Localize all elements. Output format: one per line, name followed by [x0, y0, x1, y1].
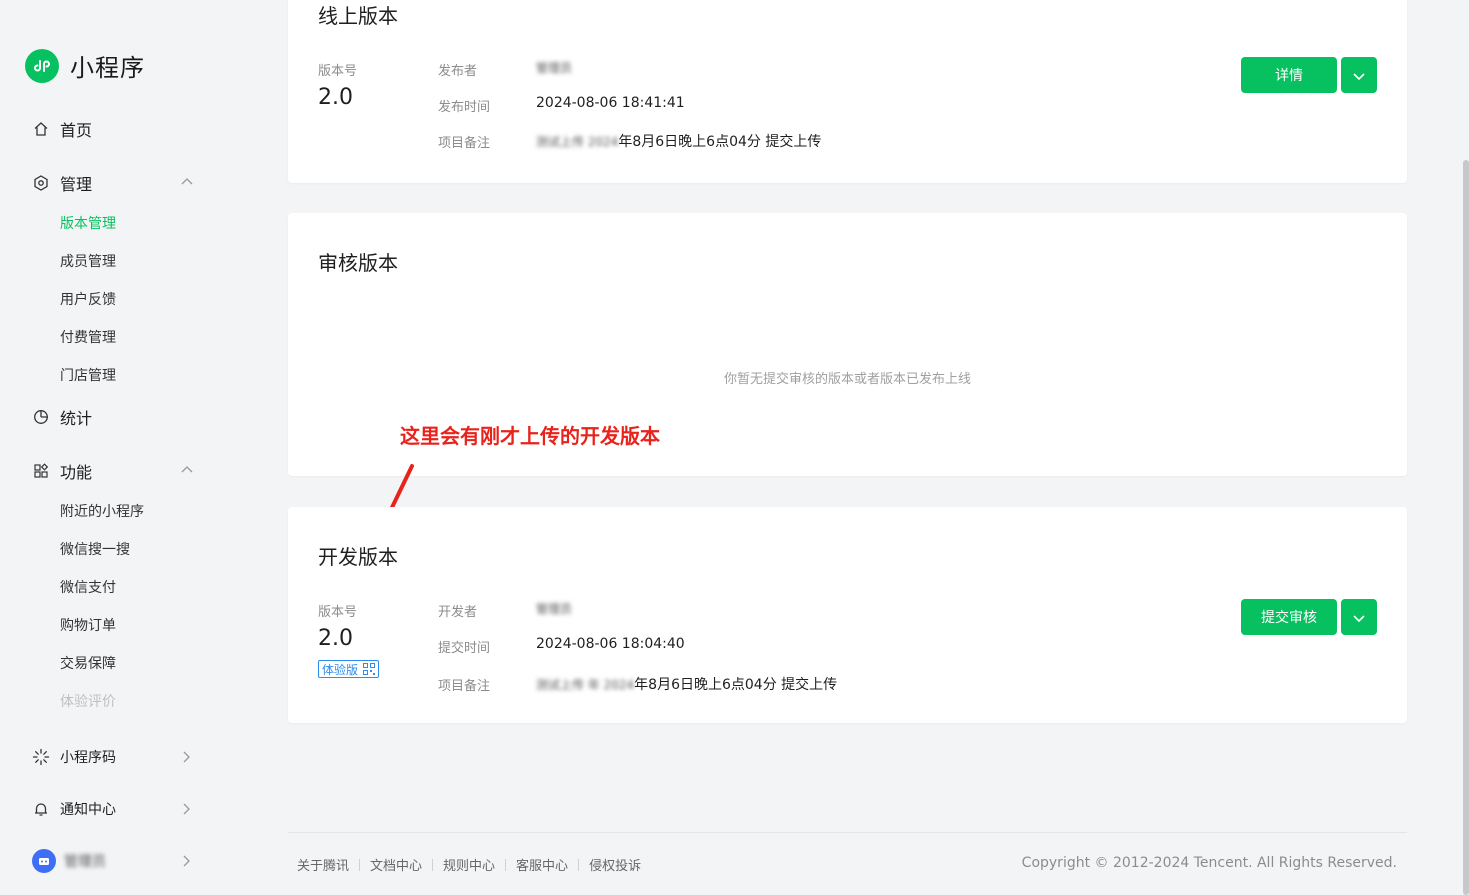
sidebar-item-member-manage[interactable]: 成员管理: [60, 251, 116, 271]
chevron-up-icon[interactable]: [180, 174, 194, 188]
version-number: 2.0: [318, 85, 353, 110]
nav-manage[interactable]: 管理: [32, 171, 92, 195]
nav-stats[interactable]: 统计: [32, 405, 92, 429]
submit-review-button[interactable]: 提交审核: [1241, 599, 1337, 635]
footer-link-about[interactable]: 关于腾讯: [297, 855, 349, 874]
more-actions-button[interactable]: [1341, 599, 1377, 635]
chevron-down-icon: [1353, 608, 1365, 627]
nav-notify-label: 通知中心: [60, 802, 116, 818]
footer-link-docs[interactable]: 文档中心: [370, 855, 422, 874]
bell-icon: [32, 800, 50, 818]
copyright: Copyright © 2012-2024 Tencent. All Right…: [1021, 855, 1397, 871]
publish-time-value: 2024-08-06 18:41:41: [536, 95, 685, 111]
footer-separator: [578, 858, 580, 871]
more-actions-button[interactable]: [1341, 57, 1377, 93]
nav-mini-code[interactable]: 小程序码: [32, 747, 116, 767]
project-note-text: 年8月6日晚上6点04分 提交上传: [618, 134, 822, 150]
app-name: 小程序: [70, 54, 145, 82]
trial-version-tag[interactable]: 体验版: [318, 660, 380, 678]
online-version-title: 线上版本: [318, 4, 398, 28]
account-menu[interactable]: 管理员: [32, 849, 106, 873]
chevron-down-icon: [1353, 66, 1365, 85]
footer-links: 关于腾讯 文档中心 规则中心 客服中心 侵权投诉: [297, 855, 641, 874]
trial-version-label: 体验版: [322, 662, 359, 677]
online-version-card: 线上版本 版本号 2.0 发布者 管理员 发布时间 2024-08-06 18:…: [288, 0, 1407, 183]
publisher-value: 管理员: [536, 61, 573, 75]
publisher-label: 发布者: [438, 64, 478, 79]
nav-notify[interactable]: 通知中心: [32, 799, 116, 819]
nav-mini-code-label: 小程序码: [60, 750, 116, 766]
nav-home[interactable]: 首页: [32, 117, 92, 141]
sidebar-item-version-manage[interactable]: 版本管理: [60, 213, 116, 233]
sun-code-icon: [32, 748, 50, 766]
grid-icon: [32, 462, 50, 480]
nav-stats-label: 统计: [60, 409, 93, 428]
sidebar-item-orders[interactable]: 购物订单: [60, 615, 116, 635]
version-number-label: 版本号: [318, 605, 358, 620]
chevron-right-icon[interactable]: [180, 750, 194, 764]
footer-link-infringement[interactable]: 侵权投诉: [589, 855, 641, 874]
project-note-value: 测试上传 2024年8月6日晚上6点04分 提交上传: [536, 131, 821, 151]
review-empty-message: 你暂无提交审核的版本或者版本已发布上线: [723, 372, 971, 387]
chevron-right-icon[interactable]: [180, 854, 194, 868]
scrollbar[interactable]: [1463, 160, 1469, 895]
developer-value: 管理员: [536, 602, 573, 616]
version-number: 2.0: [318, 626, 353, 651]
project-note-label: 项目备注: [438, 679, 491, 694]
submit-time-label: 提交时间: [438, 641, 491, 656]
chevron-up-icon[interactable]: [180, 462, 194, 476]
annotation-text: 这里会有刚才上传的开发版本: [400, 424, 660, 448]
footer-separator: [505, 858, 507, 871]
sidebar-item-wechat-search[interactable]: 微信搜一搜: [60, 539, 130, 559]
publish-time-label: 发布时间: [438, 100, 491, 115]
sidebar-item-experience-rating: 体验评价: [60, 694, 116, 710]
sidebar-item-store-manage[interactable]: 门店管理: [60, 365, 116, 385]
nav-manage-label: 管理: [60, 175, 93, 194]
qrcode-icon: [363, 663, 376, 675]
project-note-hidden: 测试上传 2024: [536, 135, 619, 149]
version-number-label: 版本号: [318, 64, 358, 79]
footer-divider: [288, 832, 1407, 833]
avatar: [32, 849, 56, 873]
footer-link-support[interactable]: 客服中心: [516, 855, 568, 874]
app-logo[interactable]: 小程序: [25, 48, 145, 83]
sidebar-item-payment-manage[interactable]: 付费管理: [60, 327, 116, 347]
developer-label: 开发者: [438, 605, 478, 620]
footer-separator: [432, 858, 434, 871]
sidebar: 小程序 首页 管理 版本管理 成员管理 用户反馈 付费管理 门店管理 统计 功能…: [0, 0, 240, 895]
dev-version-title: 开发版本: [318, 545, 398, 569]
account-name: 管理员: [64, 854, 106, 870]
pie-chart-icon: [32, 408, 50, 426]
details-button[interactable]: 详情: [1241, 57, 1337, 93]
footer-separator: [359, 858, 361, 871]
nav-home-label: 首页: [60, 121, 93, 140]
submit-time-value: 2024-08-06 18:04:40: [536, 636, 685, 652]
review-version-title: 审核版本: [318, 251, 398, 275]
mini-program-logo-icon: [25, 48, 59, 83]
sidebar-item-trade-guarantee[interactable]: 交易保障: [60, 653, 116, 673]
project-note-text: 年8月6日晚上6点04分 提交上传: [634, 677, 838, 693]
project-note-hidden: 测试上传 年 2024: [536, 678, 635, 692]
project-note-value: 测试上传 年 2024年8月6日晚上6点04分 提交上传: [536, 674, 837, 694]
chevron-right-icon[interactable]: [180, 802, 194, 816]
nav-features[interactable]: 功能: [32, 459, 92, 483]
sidebar-item-nearby[interactable]: 附近的小程序: [60, 501, 144, 521]
project-note-label: 项目备注: [438, 136, 491, 151]
footer-link-rules[interactable]: 规则中心: [443, 855, 495, 874]
home-icon: [32, 120, 50, 138]
settings-icon: [32, 174, 50, 192]
sidebar-item-wechat-pay[interactable]: 微信支付: [60, 577, 116, 597]
dev-version-card: 开发版本 版本号 2.0 体验版 开发者 管理员 提交时间 2024-08-06…: [288, 507, 1407, 723]
nav-features-label: 功能: [60, 463, 93, 482]
sidebar-item-user-feedback[interactable]: 用户反馈: [60, 289, 116, 309]
